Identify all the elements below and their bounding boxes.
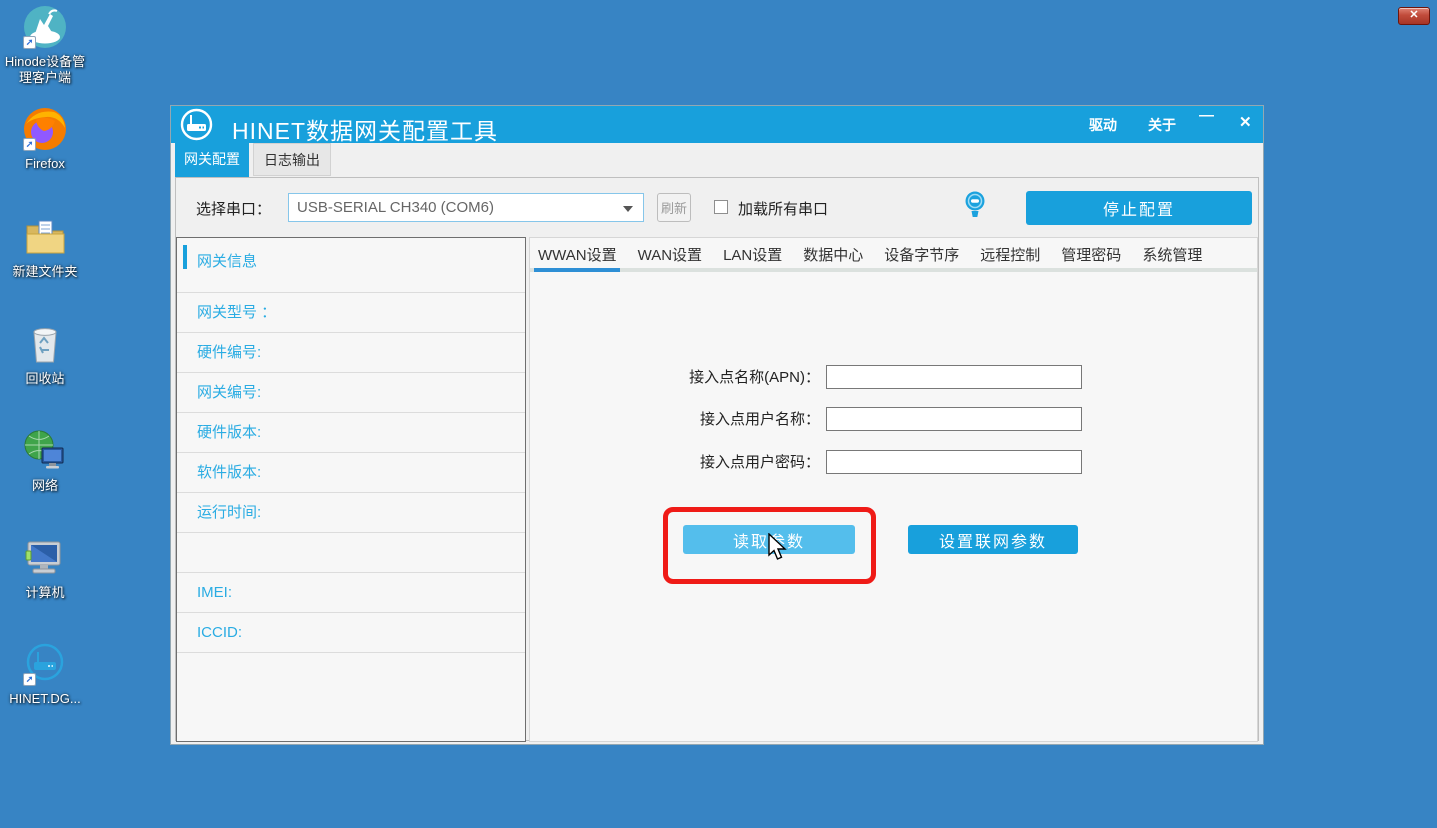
desktop-icon-label: 回收站 (0, 371, 90, 387)
tab-lan-settings[interactable]: LAN设置 (721, 243, 784, 269)
firefox-icon: ➚ (22, 106, 68, 152)
apn-input[interactable] (826, 365, 1082, 389)
serial-port-value: USB-SERIAL CH340 (COM6) (297, 199, 494, 216)
stop-config-button[interactable]: 停止配置 (1026, 191, 1252, 225)
set-network-params-button[interactable]: 设置联网参数 (908, 525, 1078, 554)
computer-icon (22, 535, 68, 581)
load-all-ports-checkbox[interactable] (714, 200, 728, 214)
serial-port-label: 选择串口： (196, 198, 271, 219)
hinode-client-icon: ➚ (22, 4, 68, 50)
desktop-icon-firefox[interactable]: ➚ Firefox (0, 106, 90, 172)
folder-icon (22, 214, 68, 260)
tab-wwan-settings[interactable]: WWAN设置 (536, 243, 619, 269)
desktop-icon-label: 新建文件夹 (0, 264, 90, 280)
recycle-bin-icon (22, 321, 68, 367)
section-marker (183, 245, 187, 269)
gateway-info-panel: 网关信息 网关型号 ： 硬件编号: 网关编号: 硬件版本: 软件版本: 运行时间… (176, 237, 526, 742)
shortcut-arrow-icon: ➚ (23, 36, 36, 49)
info-row-uptime: 运行时间: (177, 493, 525, 533)
info-row-iccid: ICCID: (177, 613, 525, 653)
info-row-model: 网关型号 ： (177, 293, 525, 333)
desktop-icon-label: 网络 (0, 478, 90, 494)
settings-panel: WWAN设置 WAN设置 LAN设置 数据中心 设备字节序 远程控制 管理密码 … (529, 237, 1258, 742)
apn-password-label: 接入点用户密码： (530, 450, 820, 475)
apn-user-label: 接入点用户名称： (530, 407, 820, 432)
network-icon (22, 428, 68, 474)
info-row-hw-ver: 硬件版本: (177, 413, 525, 453)
tab-data-center[interactable]: 数据中心 (801, 243, 865, 269)
settings-tabstrip: WWAN设置 WAN设置 LAN设置 数据中心 设备字节序 远程控制 管理密码 … (536, 243, 1257, 269)
driver-menu-button[interactable]: 驱动 (1089, 115, 1117, 135)
info-row-spacer (177, 533, 525, 573)
desktop-icon-recycle-bin[interactable]: 回收站 (0, 321, 90, 387)
desktop-icon-label: HINET.DG... (0, 691, 90, 707)
desktop-icon-new-folder[interactable]: 新建文件夹 (0, 214, 90, 280)
close-button[interactable]: ✕ (1239, 113, 1252, 131)
desktop-icon-computer[interactable]: 计算机 (0, 535, 90, 601)
desktop-icon-label: Hinode设备管理客户端 (0, 54, 90, 86)
tab-admin-password[interactable]: 管理密码 (1059, 243, 1123, 269)
active-tab-underline (534, 268, 620, 272)
mouse-cursor-icon (766, 533, 788, 568)
shortcut-arrow-icon: ➚ (23, 673, 36, 686)
refresh-button[interactable]: 刷新 (657, 193, 691, 222)
hinet-dg-icon: ➚ (22, 641, 68, 687)
minimize-button[interactable]: — (1199, 107, 1214, 124)
tab-wan-settings[interactable]: WAN设置 (636, 243, 704, 269)
chevron-down-icon (623, 206, 633, 212)
info-row-imei: IMEI: (177, 573, 525, 613)
desktop-icon-network[interactable]: 网络 (0, 428, 90, 494)
tab-gateway-config[interactable]: 网关配置 (175, 143, 249, 177)
tab-byte-order[interactable]: 设备字节序 (882, 243, 961, 269)
tab-remote-control[interactable]: 远程控制 (978, 243, 1042, 269)
info-row-gw-id: 网关编号: (177, 373, 525, 413)
about-menu-button[interactable]: 关于 (1148, 115, 1176, 135)
info-row-hw-id: 硬件编号: (177, 333, 525, 373)
desktop-icon-hinode-client[interactable]: ➚ Hinode设备管理客户端 (0, 4, 90, 86)
remote-view-close-button[interactable]: ✕ (1398, 7, 1430, 25)
tab-system-manage[interactable]: 系统管理 (1140, 243, 1204, 269)
gateway-info-title: 网关信息 (197, 253, 257, 270)
tab-log-output[interactable]: 日志输出 (253, 143, 331, 176)
apn-password-input[interactable] (826, 450, 1082, 474)
window-title: HINET数据网关配置工具 (232, 112, 498, 146)
gateway-info-header: 网关信息 (177, 238, 525, 293)
info-row-sw-ver: 软件版本: (177, 453, 525, 493)
desktop-icon-label: Firefox (0, 156, 90, 172)
titlebar[interactable]: HINET数据网关配置工具 驱动 关于 — ✕ (171, 106, 1263, 143)
main-tabstrip: 网关配置 日志输出 (171, 143, 1263, 177)
shortcut-arrow-icon: ➚ (23, 138, 36, 151)
app-window: HINET数据网关配置工具 驱动 关于 — ✕ 网关配置 日志输出 选择串口： … (170, 105, 1264, 745)
status-bulb-icon (964, 191, 986, 224)
tabstrip-baseline (530, 268, 1257, 272)
desktop-icon-label: 计算机 (0, 585, 90, 601)
load-all-ports-label: 加载所有串口 (738, 198, 828, 219)
window-content: 选择串口： USB-SERIAL CH340 (COM6) 刷新 加载所有串口 … (175, 177, 1259, 741)
apn-user-input[interactable] (826, 407, 1082, 431)
serial-port-select[interactable]: USB-SERIAL CH340 (COM6) (288, 193, 644, 222)
apn-label: 接入点名称(APN)： (530, 365, 820, 390)
desktop-icon-hinet-dg[interactable]: ➚ HINET.DG... (0, 641, 90, 707)
app-logo-icon (180, 108, 213, 146)
